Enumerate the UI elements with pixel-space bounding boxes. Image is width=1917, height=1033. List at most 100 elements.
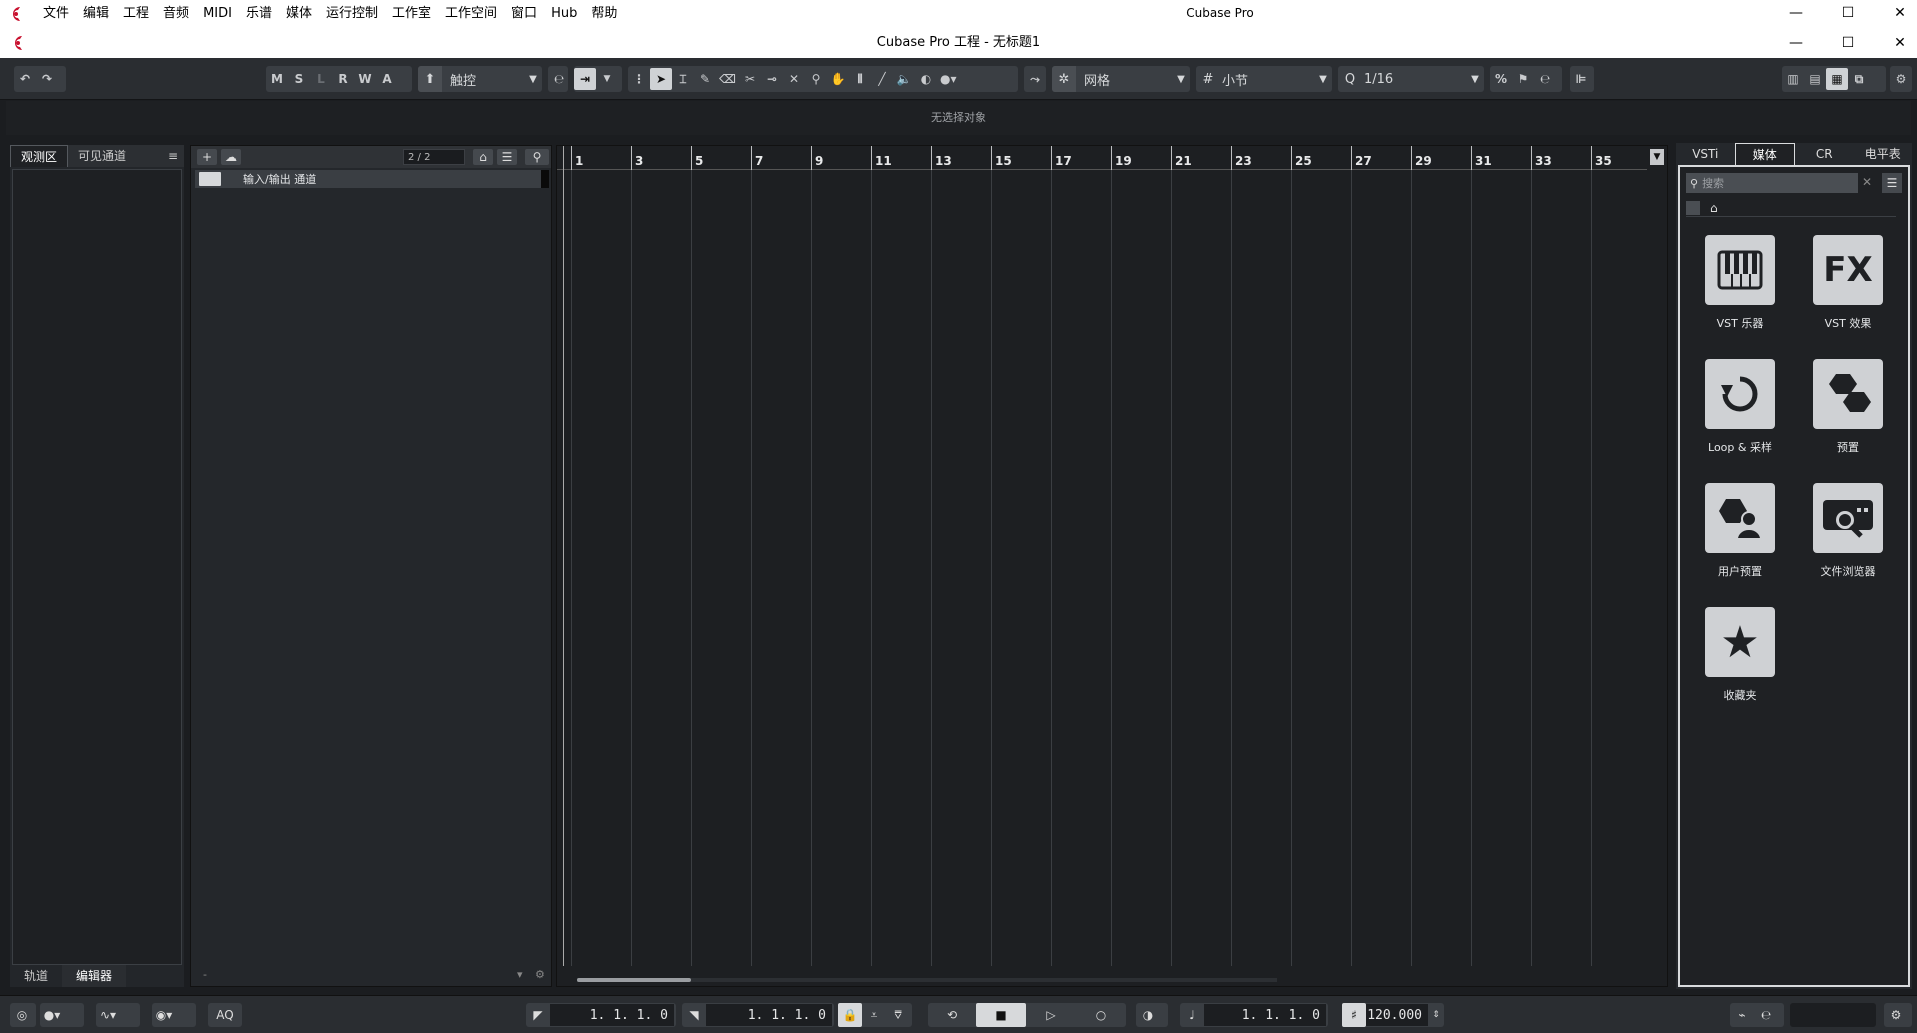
horizontal-scrollbar[interactable] [577,978,1277,982]
track-list-view-icon[interactable]: ☰ [497,149,517,165]
gear-icon[interactable]: ⚙ [1884,1003,1908,1027]
close-icon[interactable]: ✕ [1874,0,1917,28]
erase-tool-icon[interactable]: ⌫ [716,68,739,90]
track-visibility-icon[interactable]: ⌂ [473,149,493,165]
menu-transport[interactable]: 运行控制 [319,0,385,28]
lock-icon[interactable]: 🔒 [838,1003,862,1027]
punch-out-icon[interactable]: ⩢ [886,1003,910,1027]
play-icon[interactable]: ▷ [1026,1003,1076,1027]
record-mode-icon[interactable]: ●▾ [40,1003,64,1027]
cycle-icon[interactable]: ⟲ [928,1003,976,1027]
menu-audio[interactable]: 音频 [156,0,196,28]
ruler-bar-17[interactable]: 17 [1051,146,1072,170]
tab-control-room[interactable]: CR [1795,143,1854,165]
project-cursor[interactable] [563,146,564,966]
menu-project[interactable]: 工程 [116,0,156,28]
home-icon[interactable]: ⌂ [1710,201,1718,215]
solo-button[interactable]: S [288,68,310,90]
cubase-logo-icon[interactable] [6,4,26,24]
tab-visibility[interactable]: 可见通道 [68,145,136,167]
marker-icon[interactable]: ℮ [1754,1003,1778,1027]
autoscroll-icon[interactable]: ⤳ [1024,68,1046,90]
ruler-bar-33[interactable]: 33 [1531,146,1552,170]
menu-help[interactable]: 帮助 [584,0,624,28]
write-automation-button[interactable]: W [354,68,376,90]
left-locator-icon[interactable]: ◤ [526,1003,550,1027]
menu-icon[interactable]: ≡ [162,145,184,167]
object-select-tool-icon[interactable]: ➤ [650,68,672,90]
quantize-percent-icon[interactable]: % [1490,68,1512,90]
sync-icon[interactable]: ⌁ [1730,1003,1754,1027]
menu-midi[interactable]: MIDI [196,0,239,28]
tab-editor[interactable]: 编辑器 [62,965,127,987]
chevron-down-icon[interactable]: ▾ [517,968,523,981]
clear-search-icon[interactable]: ✕ [1862,175,1876,189]
ruler-bar-27[interactable]: 27 [1351,146,1372,170]
lower-zone-toggle-icon[interactable]: ▤ [1804,68,1826,90]
auto-quantize-button[interactable]: AQ [208,1003,242,1027]
line-tool-icon[interactable]: ╱ [871,68,893,90]
tile-vst-instruments[interactable]: VST 乐器 [1690,235,1790,335]
maximize-icon[interactable]: ☐ [1822,0,1874,28]
left-locator-display[interactable]: 1. 1. 1. 0 [550,1004,674,1026]
search-icon[interactable]: ⚲ [525,149,549,165]
tempo-track-icon[interactable]: ♯ [1342,1003,1366,1027]
zoom-tool-icon[interactable]: ⚲ [805,68,827,90]
loop-e-icon[interactable]: ℮ [548,68,570,90]
record-icon[interactable]: ○ [1076,1003,1126,1027]
tile-file-browser[interactable]: 文件浏览器 [1798,483,1898,583]
chevron-down-icon[interactable]: ▼ [596,68,618,90]
mute-tool-icon[interactable]: ✕ [783,68,805,90]
click-icon[interactable]: ◑ [1136,1003,1160,1027]
zoom-minus[interactable]: - [203,968,207,981]
menu-studio[interactable]: 工作室 [385,0,438,28]
snap-type-select[interactable]: ✲ 网格 ▼ [1052,66,1190,92]
tile-loops-samples[interactable]: Loop & 采样 [1690,359,1790,459]
midi-icon[interactable]: ◉▾ [152,1003,176,1027]
menu-file[interactable]: 文件 [36,0,76,28]
ruler-bar-1[interactable]: 1 [571,146,583,170]
ruler-bar-35[interactable]: 35 [1591,146,1612,170]
color-tool-icon[interactable]: ◐ [915,68,937,90]
grid-type-select[interactable]: # 小节 ▼ [1196,66,1332,92]
list-view-icon[interactable]: ☰ [1882,173,1902,193]
right-zone-toggle-icon[interactable]: ▦ [1826,68,1848,90]
quantize-flag-icon[interactable]: ⚑ [1512,68,1534,90]
hand-tool-icon[interactable]: ✋ [827,68,849,90]
tile-vst-effects[interactable]: FX VST 效果 [1798,235,1898,335]
tempo-display[interactable]: 120.000 [1366,1004,1428,1026]
search-input[interactable]: ⚲ 搜索 ✕ [1686,173,1872,193]
menu-window[interactable]: 窗口 [504,0,544,28]
position-display[interactable]: 1. 1. 1. 0 [1204,1004,1326,1026]
activity-icon[interactable]: ◎ [10,1003,34,1027]
tab-meter[interactable]: 电平表 [1854,143,1913,165]
punch-in-icon[interactable]: ⩡ [862,1003,886,1027]
gear-icon[interactable]: ⚙ [1890,68,1912,90]
tab-vsti[interactable]: VSTi [1676,143,1735,165]
ruler-bar-29[interactable]: 29 [1411,146,1432,170]
automation-button[interactable]: A [376,68,398,90]
menu-media[interactable]: 媒体 [279,0,319,28]
glue-tool-icon[interactable]: ⊸ [761,68,783,90]
draw-tool-icon[interactable]: ✎ [694,68,716,90]
add-track-icon[interactable]: + [197,149,217,165]
ruler-bar-19[interactable]: 19 [1111,146,1132,170]
track-row[interactable]: 输入/输出 通道 [195,170,549,188]
ruler-bar-11[interactable]: 11 [871,146,892,170]
redo-icon[interactable]: ↷ [36,68,58,90]
ruler-bar-15[interactable]: 15 [991,146,1012,170]
tile-presets[interactable]: 预置 [1798,359,1898,459]
tab-media[interactable]: 媒体 [1734,143,1795,165]
chevron-down-icon[interactable]: ▼ [1650,149,1664,165]
align-icon[interactable]: ⊫ [1570,68,1592,90]
window-layout-icon[interactable]: ⧉ [1848,68,1870,90]
stop-icon[interactable]: ■ [976,1003,1026,1027]
range-select-tool-icon[interactable]: ⌶ [672,68,694,90]
apply-quantize-icon[interactable]: ℮ [1534,68,1556,90]
tile-favorites[interactable]: ★ 收藏夹 [1690,607,1790,707]
mute-button[interactable]: M [266,68,288,90]
ruler-bar-7[interactable]: 7 [751,146,763,170]
ruler-bar-21[interactable]: 21 [1171,146,1192,170]
ruler-bar-5[interactable]: 5 [691,146,703,170]
listen-button[interactable]: L [310,68,332,90]
